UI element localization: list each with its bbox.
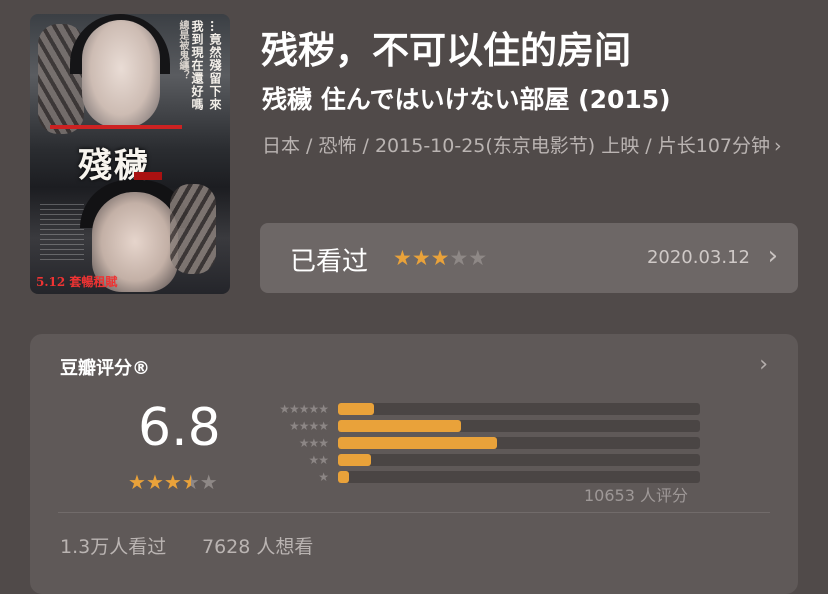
rating-distribution: ★★★★★ ★★★★ ★★★ ★★ ★: [256, 400, 700, 485]
movie-title: 残秽，不可以住的房间: [261, 29, 631, 72]
star-icon: ★: [199, 470, 218, 494]
rating-bar-fill: [338, 453, 371, 466]
chevron-right-icon: ›: [774, 135, 782, 157]
movie-meta-link[interactable]: 日本 / 恐怖 / 2015-10-25(东京电影节) 上映 / 片长107分钟…: [262, 134, 807, 159]
rating-bar-track: [338, 402, 700, 415]
rating-bar-fill: [338, 470, 349, 483]
watched-status-bar[interactable]: 已看过 ★★★★★ 2020.03.12 ›: [260, 223, 798, 293]
douban-rating-card[interactable]: 豆瓣评分® › 6.8 ★★★★★ ★★★★★ ★★★★ ★★★ ★★ ★ 10653 …: [30, 334, 798, 594]
rating-score-stars: ★★★★★: [128, 470, 218, 494]
star-icon: ★: [468, 246, 488, 270]
rating-score: 6.8: [138, 398, 221, 458]
movie-meta-text: 日本 / 恐怖 / 2015-10-25(东京电影节) 上映 / 片长107分钟: [262, 135, 770, 157]
rating-bar-fill: [338, 402, 375, 415]
poster-vertical-text-2: …竟然殘留下來: [208, 20, 222, 111]
star-icon: ★: [430, 246, 450, 270]
poster-red-line: [50, 125, 182, 129]
rating-bar-row: ★★: [256, 451, 700, 468]
star-icon: ★: [411, 246, 431, 270]
rating-bar-stars-label: ★★: [308, 452, 329, 467]
rating-bar-fill: [338, 419, 462, 432]
star-icon: ★: [163, 470, 182, 494]
rating-title: 豆瓣评分®: [60, 358, 150, 379]
rating-bar-row: ★★★★: [256, 417, 700, 434]
rating-bar-stars-label: ★★★★: [288, 418, 329, 433]
poster-tattoo-arm-2: [170, 184, 216, 274]
rating-bar-fill: [338, 436, 498, 449]
star-icon: ★: [145, 470, 164, 494]
star-icon: ★: [128, 470, 146, 494]
poster-fine-print: [40, 204, 84, 264]
rating-bar-stars-label: ★★★★★: [279, 401, 329, 416]
rating-bar-track: [338, 470, 700, 483]
rating-bar-row: ★★★: [256, 434, 700, 451]
poster-vertical-text-1: 我到現在還好嗎: [190, 20, 204, 111]
user-rating-stars: ★★★★★: [393, 246, 487, 270]
poster-vertical-text-3: 總是被鬼纏？: [177, 20, 188, 80]
movie-original-title: 残穢 住んではいけない部屋 (2015): [262, 85, 671, 114]
poster-face-top: [82, 20, 160, 128]
movie-poster[interactable]: 我到現在還好嗎 …竟然殘留下來 總是被鬼纏？ 殘穢 5.12 套暢租賦: [30, 14, 230, 294]
star-icon: ★: [449, 246, 469, 270]
rating-count: 10653 人评分: [584, 486, 688, 505]
star-icon: ★: [181, 470, 200, 494]
rating-bar-row: ★★★★★: [256, 400, 700, 417]
rating-bar-track: [338, 436, 700, 449]
chevron-right-icon[interactable]: ›: [759, 352, 768, 377]
want-count: 7628 人想看: [202, 536, 314, 558]
chevron-right-icon: ›: [767, 241, 778, 271]
divider: [58, 512, 770, 513]
seen-count: 1.3万人看过: [60, 536, 167, 558]
star-icon: ★: [393, 246, 412, 270]
rating-bar-stars-label: ★: [318, 469, 329, 484]
poster-red-tag: [134, 172, 162, 180]
rating-bar-track: [338, 419, 700, 432]
rating-bar-track: [338, 453, 700, 466]
watched-date: 2020.03.12: [646, 247, 750, 268]
poster-release-date: 5.12 套暢租賦: [36, 275, 118, 289]
rating-bar-stars-label: ★★★: [298, 435, 329, 450]
watched-label: 已看过: [290, 247, 369, 277]
